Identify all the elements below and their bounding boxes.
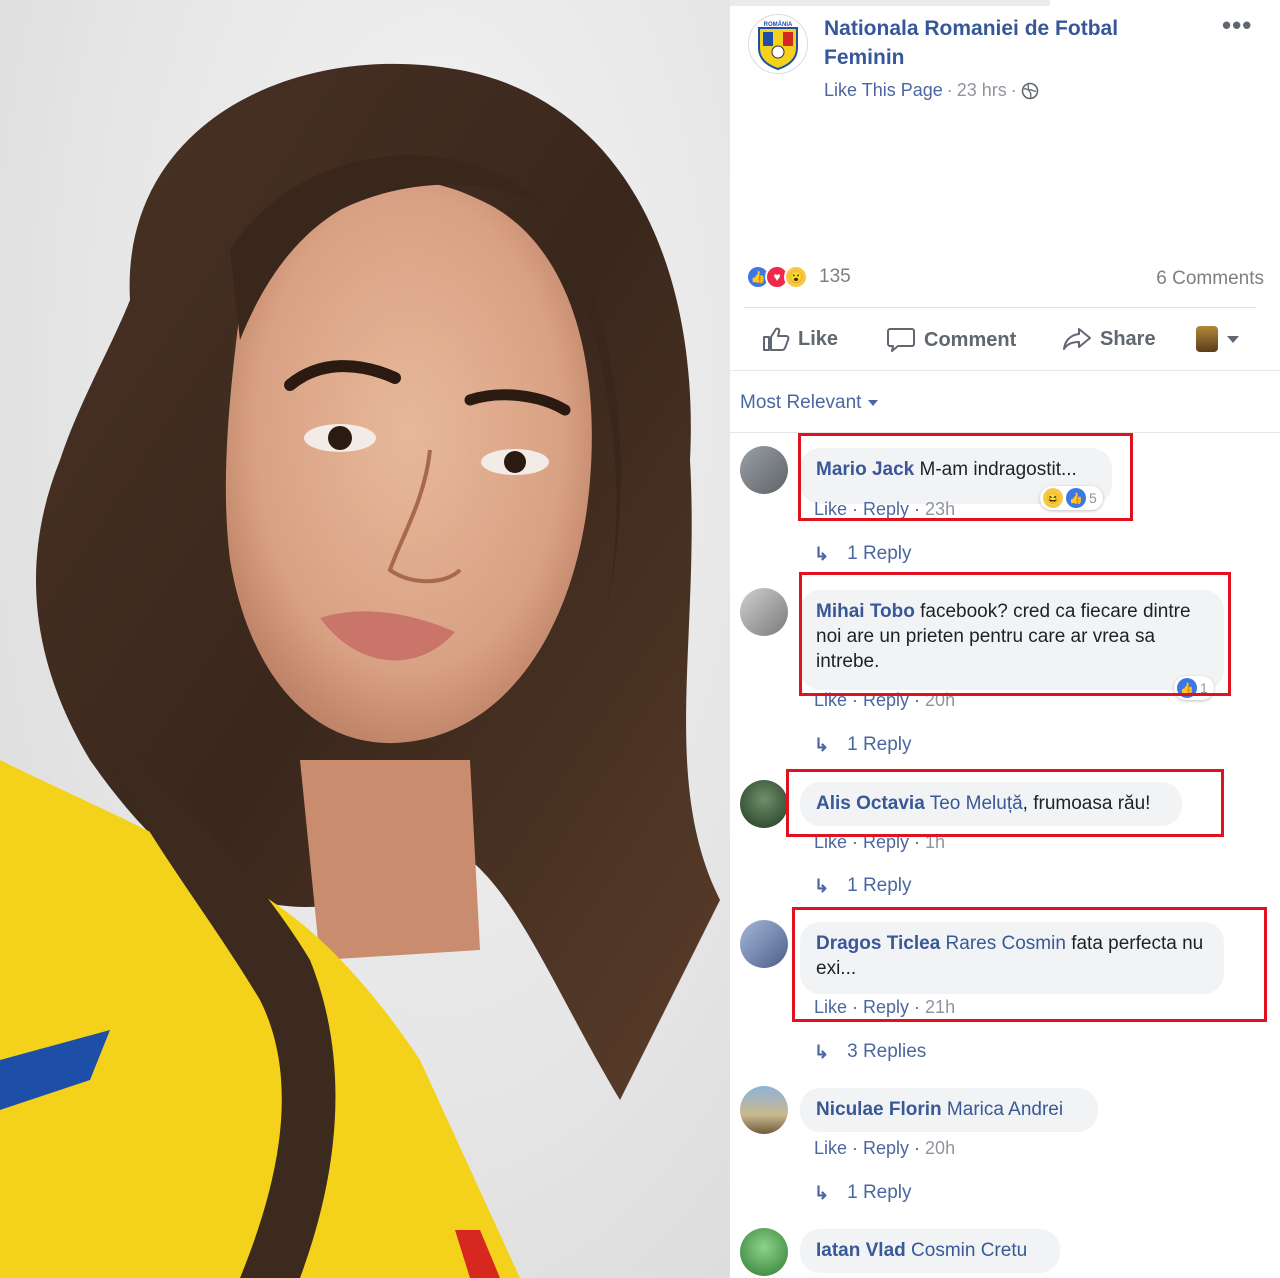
comment-bubble: Iatan Vlad Cosmin Cretu <box>800 1229 1060 1273</box>
post-time[interactable]: 23 hrs <box>957 80 1007 101</box>
thumbs-up-icon <box>763 327 790 351</box>
post-actions: Like Comment Share <box>730 318 1280 364</box>
view-replies-link[interactable]: ↳ 1 Reply <box>814 1182 912 1204</box>
highlight-box <box>799 572 1231 696</box>
post-meta: Like This Page · 23 hrs · <box>824 80 1039 101</box>
reaction-count: 135 <box>819 266 851 287</box>
comment-bubble: Niculae Florin Marica Andrei <box>800 1088 1098 1132</box>
view-replies-link[interactable]: ↳ 1 Reply <box>814 543 912 565</box>
view-replies-link[interactable]: ↳ 1 Reply <box>814 734 912 756</box>
user-avatar <box>1196 326 1218 352</box>
crest-icon: ROMÂNIA <box>758 21 798 70</box>
comment-author[interactable]: Iatan Vlad <box>816 1240 906 1261</box>
wow-reaction-icon: 😮 <box>784 265 808 289</box>
caret-down-icon <box>1227 336 1239 343</box>
highlight-box <box>798 433 1133 521</box>
portrait-illustration <box>0 63 720 1278</box>
share-button[interactable]: Share <box>1062 326 1156 352</box>
post-panel: ROMÂNIA Nationala Romaniei de Fotbal Fem… <box>730 0 1280 1278</box>
like-page-link[interactable]: Like This Page <box>824 80 943 101</box>
comment-actions: Like · Reply · 20h <box>814 1138 955 1159</box>
divider <box>730 370 1280 371</box>
like-button[interactable]: Like <box>762 326 838 352</box>
crest-text: ROMÂNIA <box>764 21 793 28</box>
highlight-box <box>786 769 1224 837</box>
avatar[interactable] <box>740 920 788 968</box>
replies-label: 1 Reply <box>847 1182 912 1203</box>
meta-separator: · <box>1010 80 1017 100</box>
share-label: Share <box>1100 327 1156 350</box>
avatar[interactable] <box>740 1086 788 1134</box>
reply-arrow-icon: ↳ <box>814 543 830 564</box>
meta-separator: · <box>946 80 953 100</box>
avatar[interactable] <box>740 1228 788 1276</box>
tagged-user[interactable]: Marica Andrei <box>947 1099 1063 1120</box>
reaction-summary[interactable]: 👍 ♥ 😮 135 <box>746 265 851 289</box>
comment-time[interactable]: 20h <box>925 1138 955 1158</box>
highlight-box <box>792 907 1267 1022</box>
reply-arrow-icon: ↳ <box>814 1182 830 1203</box>
comment-sort-dropdown[interactable]: Most Relevant <box>740 392 879 414</box>
avatar[interactable] <box>740 588 788 636</box>
view-replies-link[interactable]: ↳ 1 Reply <box>814 875 912 897</box>
share-icon <box>1063 328 1091 350</box>
more-options-icon[interactable]: ••• <box>1222 10 1252 41</box>
reply-arrow-icon: ↳ <box>814 1041 830 1062</box>
comment-button[interactable]: Comment <box>886 326 1016 354</box>
replies-label: 1 Reply <box>847 734 912 755</box>
reply-arrow-icon: ↳ <box>814 734 830 755</box>
comment-author[interactable]: Niculae Florin <box>816 1099 942 1120</box>
avatar[interactable] <box>740 446 788 494</box>
page-name[interactable]: Nationala Romaniei de Fotbal Feminin <box>824 14 1184 72</box>
share-as-selector[interactable] <box>1196 326 1240 352</box>
like-label: Like <box>798 327 839 350</box>
comments-count[interactable]: 6 Comments <box>1156 268 1264 290</box>
globe-icon <box>1021 82 1039 99</box>
divider <box>744 307 1256 308</box>
sort-label: Most Relevant <box>740 392 862 413</box>
comment-label: Comment <box>924 328 1017 351</box>
replies-label: 1 Reply <box>847 875 912 896</box>
caret-down-icon <box>868 400 879 406</box>
reply-arrow-icon: ↳ <box>814 875 830 896</box>
top-divider <box>730 0 1050 6</box>
comment-like-reply[interactable]: Like · Reply · <box>814 1138 925 1158</box>
post-photo[interactable] <box>0 0 730 1278</box>
tagged-user[interactable]: Cosmin Cretu <box>911 1240 1027 1261</box>
avatar[interactable] <box>740 780 788 828</box>
replies-label: 1 Reply <box>847 543 912 564</box>
replies-label: 3 Replies <box>847 1041 927 1062</box>
comment-icon <box>887 328 915 352</box>
view-replies-link[interactable]: ↳ 3 Replies <box>814 1041 926 1063</box>
page-logo[interactable]: ROMÂNIA <box>748 14 808 74</box>
